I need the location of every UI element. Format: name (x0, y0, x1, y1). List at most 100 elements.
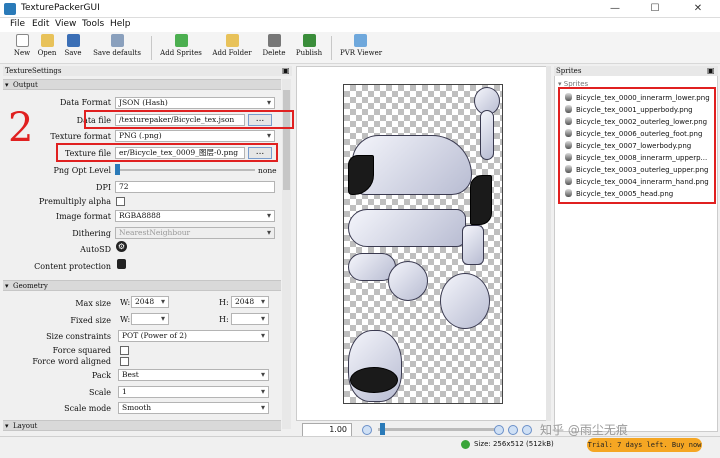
trash-icon (267, 34, 281, 47)
dithering-label: Dithering (72, 229, 111, 238)
close-button[interactable]: ✕ (683, 0, 713, 18)
annotation-number-2: 2 (8, 105, 34, 151)
sprite-item[interactable]: Bicycle_tex_0002_outerleg_lower.png (565, 117, 707, 128)
pack-select[interactable]: Best (118, 369, 269, 381)
dpi-input[interactable]: 72 (115, 181, 275, 193)
title-bar: TexturePackerGUI — ☐ ✕ (0, 0, 720, 18)
pvr-viewer-button[interactable]: PVR Viewer (340, 34, 382, 64)
texture-file-browse-button[interactable]: ... (248, 147, 272, 159)
new-button[interactable]: New (12, 34, 32, 64)
folder-icon (40, 34, 54, 47)
force-word-aligned-checkbox[interactable] (120, 357, 129, 366)
sprite-thumb-icon (565, 189, 572, 197)
maximize-button[interactable]: ☐ (640, 0, 670, 18)
sprite-innerarm-lower-stem (480, 110, 494, 160)
sprite-item-label: Bicycle_tex_0001_upperbody.png (576, 106, 693, 114)
sprite-item[interactable]: Bicycle_tex_0008_innerarm_upperp... (565, 153, 707, 164)
minimize-button[interactable]: — (600, 0, 630, 18)
publish-icon (302, 34, 316, 47)
menu-edit[interactable]: Edit (32, 19, 49, 29)
sprite-head (440, 273, 490, 329)
new-icon (15, 34, 29, 47)
max-size-label: Max size (75, 299, 111, 308)
zoom-slider-handle[interactable] (380, 423, 385, 435)
premultiply-checkbox[interactable] (116, 197, 125, 206)
fixed-width-select[interactable] (131, 313, 169, 325)
max-height-select[interactable]: 2048 (231, 296, 269, 308)
toolbar-separator (331, 36, 332, 60)
gear-icon[interactable]: ⚙ (116, 241, 127, 252)
fixed-height-select[interactable] (231, 313, 269, 325)
canvas-scrollbar[interactable] (546, 66, 551, 421)
force-squared-label: Force squared (52, 346, 111, 355)
sprite-thumb-icon (565, 165, 572, 173)
menu-help[interactable]: Help (110, 19, 131, 29)
section-output[interactable]: Output (3, 79, 281, 91)
zoom-input[interactable]: 1.00 (302, 423, 352, 437)
force-squared-checkbox[interactable] (120, 346, 129, 355)
zoom-actual-icon[interactable] (522, 425, 532, 435)
save-button[interactable]: Save (63, 34, 83, 64)
scale-label: Scale (88, 388, 111, 397)
save-defaults-button[interactable]: Save defaults (91, 34, 143, 64)
zoom-slider[interactable] (378, 428, 498, 431)
sprite-item-label: Bicycle_tex_0000_innerarm_lower.png (576, 94, 710, 102)
size-constraints-select[interactable]: POT (Power of 2) (118, 330, 269, 342)
png-opt-slider-handle[interactable] (115, 164, 120, 175)
sprite-item[interactable]: Bicycle_tex_0006_outerleg_foot.png (565, 129, 702, 140)
toolbar-separator (151, 36, 152, 60)
publish-button[interactable]: Publish (294, 34, 324, 64)
menu-file[interactable]: File (10, 19, 25, 29)
data-format-select[interactable]: JSON (Hash) (115, 97, 275, 109)
sprite-item[interactable]: Bicycle_tex_0000_innerarm_lower.png (565, 93, 710, 104)
scale-select[interactable]: 1 (118, 386, 269, 398)
scrollbar-thumb[interactable] (283, 90, 290, 190)
menu-tools[interactable]: Tools (82, 19, 104, 29)
trial-button[interactable]: Trial: 7 days left. Buy now (587, 438, 702, 452)
sprite-item[interactable]: Bicycle_tex_0004_innerarm_hand.png (565, 177, 709, 188)
sprite-item[interactable]: Bicycle_tex_0001_upperbody.png (565, 105, 693, 116)
dpi-label: DPI (96, 183, 111, 192)
add-sprites-icon (174, 34, 188, 47)
max-width-select[interactable]: 2048 (131, 296, 169, 308)
sprite-thumb-icon (565, 153, 572, 161)
add-folder-icon (225, 34, 239, 47)
open-button[interactable]: Open (37, 34, 57, 64)
fixed-h-label: H: (219, 315, 229, 324)
sprite-item-label: Bicycle_tex_0007_lowerbody.png (576, 142, 692, 150)
texture-format-select[interactable]: PNG (.png) (115, 130, 275, 142)
data-file-input[interactable]: /texturepaker/Bicycle_tex.json (115, 114, 245, 126)
sprite-item[interactable]: Bicycle_tex_0003_outerleg_upper.png (565, 165, 708, 176)
sprite-lowerbody (388, 261, 428, 301)
sprite-item[interactable]: Bicycle_tex_0007_lowerbody.png (565, 141, 691, 152)
zoom-in-icon[interactable] (494, 425, 504, 435)
sprite-item-label: Bicycle_tex_0005_head.png (576, 190, 674, 198)
undock-icon[interactable]: ▣ (707, 66, 715, 75)
content-protection-label: Content protection (34, 262, 111, 271)
panel-title: TextureSettings (3, 66, 292, 76)
png-opt-slider[interactable] (115, 169, 255, 171)
section-geometry[interactable]: Geometry (3, 280, 281, 292)
add-sprites-button[interactable]: Add Sprites (159, 34, 203, 64)
texture-file-input[interactable]: er/Bicycle_tex_0009_图层-0.png (115, 147, 245, 159)
delete-button[interactable]: Delete (260, 34, 288, 64)
sprite-item[interactable]: Bicycle_tex_0005_head.png (565, 189, 673, 200)
zoom-out-icon[interactable] (362, 425, 372, 435)
lock-icon[interactable] (117, 259, 126, 269)
sprite-outerleg-upper (348, 209, 466, 247)
undock-icon[interactable]: ▣ (282, 66, 290, 75)
texture-atlas-preview[interactable] (343, 84, 503, 404)
image-format-select[interactable]: RGBA8888 (115, 210, 275, 222)
menu-view[interactable]: View (55, 19, 76, 29)
add-folder-button[interactable]: Add Folder (211, 34, 253, 64)
dithering-select[interactable]: NearestNeighbour (115, 227, 275, 239)
scale-mode-select[interactable]: Smooth (118, 402, 269, 414)
sprites-root[interactable]: ▾ Sprites (558, 80, 588, 88)
png-opt-value: none (258, 166, 277, 175)
section-layout[interactable]: Layout (3, 420, 281, 432)
sprite-shadow (350, 367, 398, 393)
check-icon (461, 440, 470, 449)
data-file-browse-button[interactable]: ... (248, 114, 272, 126)
sprite-item-label: Bicycle_tex_0006_outerleg_foot.png (576, 130, 703, 138)
zoom-fit-icon[interactable] (508, 425, 518, 435)
